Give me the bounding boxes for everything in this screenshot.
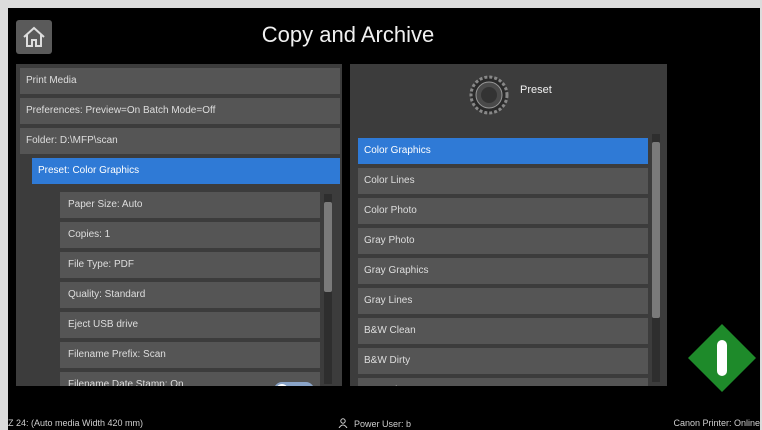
app-window: Copy and Archive Print Media Preferences… xyxy=(8,8,760,430)
preset-item[interactable]: B&W Clean xyxy=(358,318,648,344)
page-title: Copy and Archive xyxy=(261,22,435,47)
setting-print-media[interactable]: Print Media xyxy=(20,68,340,94)
setting-eject-usb[interactable]: Eject USB drive xyxy=(60,312,320,338)
preset-item[interactable]: Gray Lines xyxy=(358,288,648,314)
settings-panel: Print Media Preferences: Preview=On Batc… xyxy=(16,64,342,386)
setting-paper-size[interactable]: Paper Size: Auto xyxy=(60,192,320,218)
toggle-knob xyxy=(276,384,288,386)
start-button[interactable] xyxy=(684,320,760,396)
media-status: Z 24: (Auto media Width 420 mm) xyxy=(8,418,144,428)
date-stamp-toggle[interactable] xyxy=(274,382,314,386)
header: Copy and Archive xyxy=(8,8,760,64)
preset-item[interactable]: B&W Lines xyxy=(358,378,648,386)
start-icon xyxy=(717,340,727,376)
settings-scrollbar-thumb[interactable] xyxy=(324,202,332,292)
setting-folder[interactable]: Folder: D:\MFP\scan xyxy=(20,128,340,154)
user-icon xyxy=(338,418,348,429)
setting-preferences[interactable]: Preferences: Preview=On Batch Mode=Off xyxy=(20,98,340,124)
preset-item[interactable]: B&W Dirty xyxy=(358,348,648,374)
preset-header-label: Preset xyxy=(520,84,552,96)
user-status: Power User: b xyxy=(338,418,411,429)
setting-preset[interactable]: Preset: Color Graphics xyxy=(32,158,340,184)
preset-panel: Preset Color Graphics Color Lines Color … xyxy=(350,64,667,386)
printer-status: Canon Printer: Online xyxy=(673,418,760,428)
preset-item[interactable]: Gray Graphics xyxy=(358,258,648,284)
setting-copies[interactable]: Copies: 1 xyxy=(60,222,320,248)
status-bar: Z 24: (Auto media Width 420 mm) Power Us… xyxy=(8,406,760,430)
preset-item[interactable]: Color Lines xyxy=(358,168,648,194)
preset-header: Preset xyxy=(350,64,667,122)
setting-filename-prefix[interactable]: Filename Prefix: Scan xyxy=(60,342,320,368)
preset-item[interactable]: Gray Photo xyxy=(358,228,648,254)
user-label: Power User: b xyxy=(354,419,412,429)
setting-quality[interactable]: Quality: Standard xyxy=(60,282,320,308)
preset-item[interactable]: Color Graphics xyxy=(358,138,648,164)
preset-scrollbar-thumb[interactable] xyxy=(652,142,660,318)
dial-icon xyxy=(469,75,509,115)
setting-file-type[interactable]: File Type: PDF xyxy=(60,252,320,278)
preset-item[interactable]: Color Photo xyxy=(358,198,648,224)
